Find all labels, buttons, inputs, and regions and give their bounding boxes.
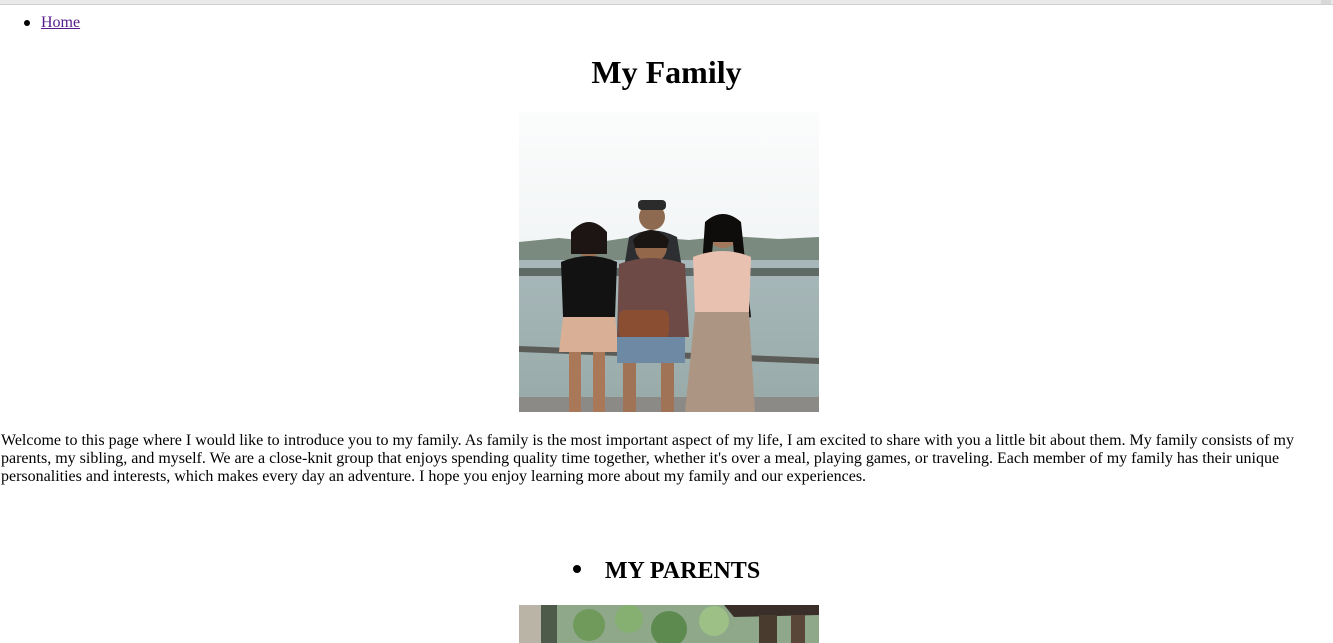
intro-paragraph: Welcome to this page where I would like … [1, 432, 1294, 485]
parents-photo [519, 605, 819, 643]
section-heading-label: MY PARENTS [604, 558, 761, 584]
resize-handle-icon [1321, 0, 1331, 4]
page-title: My Family [591, 54, 742, 90]
bullet-icon [572, 565, 581, 574]
home-link[interactable]: Home [41, 14, 80, 31]
browser-top-edge [0, 0, 1333, 5]
bullet-icon [24, 20, 30, 26]
section-heading-parents: MY PARENTS [0, 555, 1333, 587]
nav-item-home: Home [0, 13, 80, 33]
family-photo [519, 112, 819, 412]
top-nav: Home [0, 13, 80, 33]
